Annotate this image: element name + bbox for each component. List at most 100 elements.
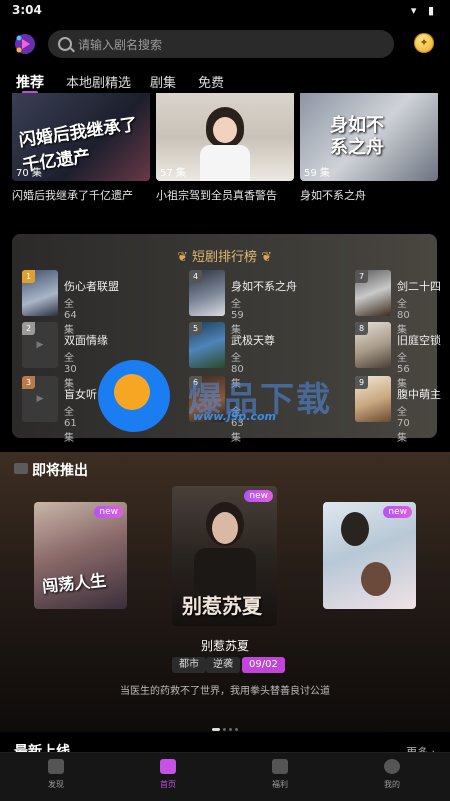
ranking-title: 短剧排行榜 — [191, 250, 257, 265]
card-art-text: 身如不系之舟 — [330, 115, 384, 158]
coming-soon-title: 即将推出 — [32, 463, 88, 479]
tab-series[interactable]: 剧集 — [150, 72, 176, 91]
featured-title[interactable]: 别惹苏夏 — [0, 637, 450, 654]
bottom-nav: 发现 首页 福利 我的 — [0, 752, 450, 801]
ranking-thumb: ▶ 2 — [22, 322, 58, 368]
ranking-name: 腹中萌主 — [397, 388, 441, 401]
rank-badge: 5 — [189, 322, 202, 335]
drama-title-1[interactable]: 闪婚后我继承了千亿遗产 — [12, 187, 157, 203]
episode-count: 70 集 — [16, 168, 42, 179]
ranking-thumb: 7 — [355, 270, 391, 316]
ranking-thumb: 9 — [355, 376, 391, 422]
nav-label: 首页 — [160, 780, 176, 789]
nav-label: 福利 — [272, 780, 288, 789]
laurel-left-icon: ❦ — [176, 250, 188, 265]
nav-home[interactable]: 首页 — [138, 759, 198, 790]
genre-tag: 逆袭 — [206, 657, 240, 673]
nav-label: 发现 — [48, 780, 64, 789]
drama-title-3[interactable]: 身如不系之舟 — [300, 187, 445, 203]
ranking-count: 全80集 — [397, 299, 410, 336]
ranking-thumb: 4 — [189, 270, 225, 316]
ranking-count: 全30集 — [64, 353, 77, 390]
new-badge: new — [244, 490, 273, 502]
home-icon — [160, 759, 176, 774]
ranking-title-row: ❦ 短剧排行榜 ❦ — [12, 246, 437, 265]
episode-count: 59 集 — [304, 168, 330, 179]
ranking-name: 双面情缘 — [64, 334, 108, 347]
rank-badge: 4 — [189, 270, 202, 283]
placeholder-icon: ▶ — [36, 340, 44, 350]
status-bar: 3:04 ▾ ▮ — [0, 0, 450, 22]
poster-left[interactable]: new 闯荡人生 — [34, 502, 127, 609]
watermark-logo-dot — [114, 374, 150, 410]
ranking-thumb: 1 — [22, 270, 58, 316]
nav-profile[interactable]: 我的 — [362, 759, 422, 790]
ranking-count: 全61集 — [64, 407, 77, 444]
tab-free[interactable]: 免费 — [198, 72, 224, 91]
rank-badge: 7 — [355, 270, 368, 283]
card-face — [213, 117, 237, 143]
drama-title-2[interactable]: 小祖宗驾到全员真香警告 — [156, 187, 301, 203]
watermark-url: www.j9p.com — [193, 410, 276, 423]
ranking-count: 全70集 — [397, 407, 410, 444]
placeholder-icon: ▶ — [36, 394, 44, 404]
carousel-dot — [212, 728, 220, 731]
ranking-name: 伤心者联盟 — [64, 280, 119, 293]
rank-badge: 2 — [22, 322, 35, 335]
rank-badge: 9 — [355, 376, 368, 389]
carousel-dot — [235, 728, 238, 731]
laurel-right-icon: ❦ — [261, 250, 273, 265]
tab-recommend[interactable]: 推荐 — [16, 72, 44, 92]
clapperboard-icon — [14, 463, 28, 474]
ranking-thumb: ▶ 3 — [22, 376, 58, 422]
rank-badge: 3 — [22, 376, 35, 389]
carousel-dot — [223, 728, 226, 731]
watermark-logo-icon — [98, 360, 170, 432]
new-badge: new — [94, 506, 123, 518]
ranking-count: 全59集 — [231, 299, 244, 336]
drama-card-2[interactable]: 57 集 — [156, 93, 294, 181]
search-icon — [58, 37, 72, 51]
poster-art-text: 别惹苏夏 — [182, 594, 262, 618]
status-icons: ▾ ▮ — [410, 4, 438, 17]
poster-portrait-2 — [361, 562, 391, 596]
gift-icon — [272, 759, 288, 774]
poster-art-text: 闯荡人生 — [41, 570, 107, 597]
poster-featured[interactable]: new 别惹苏夏 — [172, 486, 277, 626]
ranking-name: 盲女听 — [64, 388, 97, 401]
rank-badge: 8 — [355, 322, 368, 335]
carousel-dot — [229, 728, 232, 731]
app-logo-icon — [15, 34, 35, 54]
search-placeholder: 请输入剧名搜索 — [78, 38, 163, 52]
tab-local-picks[interactable]: 本地剧精选 — [66, 72, 131, 91]
featured-description: 当医生的药救不了世界，我用拳头替善良讨公道 — [120, 686, 330, 697]
card-body — [200, 145, 250, 181]
search-input[interactable]: 请输入剧名搜索 — [48, 30, 394, 58]
ranking-name: 剑二十四 — [397, 280, 441, 293]
drama-card-3[interactable]: 身如不系之舟 59 集 — [300, 93, 438, 181]
discover-icon — [48, 759, 64, 774]
episode-count: 57 集 — [160, 168, 186, 179]
coin-icon[interactable]: ✦ — [414, 33, 434, 53]
ranking-name: 武极天尊 — [231, 334, 275, 347]
ranking-thumb: 5 — [189, 322, 225, 368]
ranking-thumb: 8 — [355, 322, 391, 368]
nav-welfare[interactable]: 福利 — [250, 759, 310, 790]
ranking-count: 全56集 — [397, 353, 410, 390]
drama-card-1[interactable]: 闪婚后我继承了千亿遗产 70 集 — [12, 93, 150, 181]
profile-icon — [384, 759, 400, 774]
release-date-tag: 09/02 — [242, 657, 285, 673]
new-badge: new — [383, 506, 412, 518]
poster-right[interactable]: new — [323, 502, 416, 609]
nav-discover[interactable]: 发现 — [26, 759, 86, 790]
poster-portrait — [341, 512, 369, 546]
poster-face — [212, 512, 238, 544]
ranking-name: 旧庭空锁 — [397, 334, 441, 347]
ranking-count: 全64集 — [64, 299, 77, 336]
nav-label: 我的 — [384, 780, 400, 789]
carousel-indicator[interactable] — [212, 716, 241, 735]
status-time: 3:04 — [12, 3, 42, 17]
rank-badge: 1 — [22, 270, 35, 283]
genre-tag: 都市 — [172, 657, 206, 673]
ranking-name: 身如不系之舟 — [231, 280, 297, 293]
